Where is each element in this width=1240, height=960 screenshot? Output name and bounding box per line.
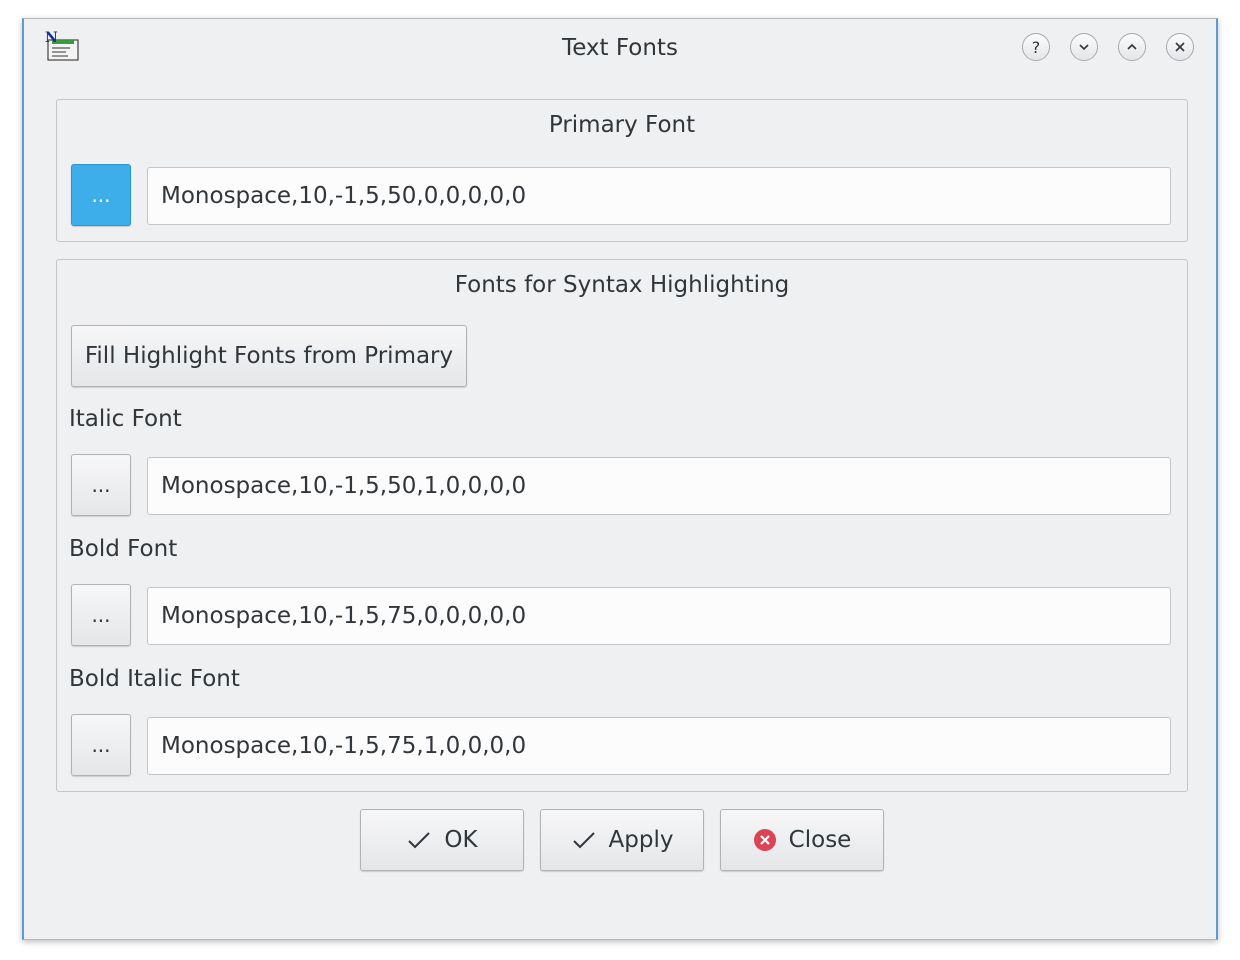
help-button[interactable]: ? bbox=[1022, 33, 1050, 61]
close-button-label: Close bbox=[788, 827, 852, 853]
primary-font-field[interactable]: Monospace,10,-1,5,50,0,0,0,0,0 bbox=[147, 167, 1171, 225]
choose-italic-font-button[interactable]: ... bbox=[71, 454, 131, 516]
checkmark-icon bbox=[572, 832, 595, 849]
checkmark-icon bbox=[408, 832, 431, 849]
minimize-button[interactable] bbox=[1070, 33, 1098, 61]
text-fonts-dialog: N Text Fonts ? Primary Font ... Monospac… bbox=[22, 18, 1218, 940]
syntax-group-title: Fonts for Syntax Highlighting bbox=[454, 272, 790, 298]
close-window-button[interactable] bbox=[1166, 33, 1194, 61]
ok-button-label: OK bbox=[444, 827, 478, 853]
apply-button-label: Apply bbox=[608, 827, 674, 853]
close-button[interactable]: Close bbox=[720, 809, 884, 871]
primary-font-group: Primary Font ... Monospace,10,-1,5,50,0,… bbox=[56, 99, 1188, 242]
chevron-down-icon bbox=[1079, 44, 1089, 51]
choose-bold-italic-font-button[interactable]: ... bbox=[71, 714, 131, 776]
syntax-highlighting-group: Fonts for Syntax Highlighting Fill Highl… bbox=[56, 259, 1188, 792]
italic-font-field[interactable]: Monospace,10,-1,5,50,1,0,0,0,0 bbox=[147, 457, 1171, 515]
apply-button[interactable]: Apply bbox=[540, 809, 704, 871]
close-circle-icon bbox=[753, 829, 776, 851]
maximize-button[interactable] bbox=[1118, 33, 1146, 61]
bold-italic-font-field[interactable]: Monospace,10,-1,5,75,1,0,0,0,0 bbox=[147, 717, 1171, 775]
bold-font-label: Bold Font bbox=[69, 536, 178, 562]
help-icon: ? bbox=[1031, 37, 1041, 57]
title-bar[interactable]: N Text Fonts ? bbox=[24, 19, 1216, 79]
primary-font-group-title: Primary Font bbox=[548, 112, 696, 138]
fill-highlight-fonts-button[interactable]: Fill Highlight Fonts from Primary bbox=[71, 325, 467, 387]
ok-button[interactable]: OK bbox=[360, 809, 524, 871]
choose-primary-font-button[interactable]: ... bbox=[71, 164, 131, 226]
choose-bold-font-button[interactable]: ... bbox=[71, 584, 131, 646]
bold-font-field[interactable]: Monospace,10,-1,5,75,0,0,0,0,0 bbox=[147, 587, 1171, 645]
chevron-up-icon bbox=[1127, 43, 1137, 50]
italic-font-label: Italic Font bbox=[69, 406, 182, 432]
bold-italic-font-label: Bold Italic Font bbox=[69, 666, 240, 692]
close-icon bbox=[1175, 42, 1185, 52]
